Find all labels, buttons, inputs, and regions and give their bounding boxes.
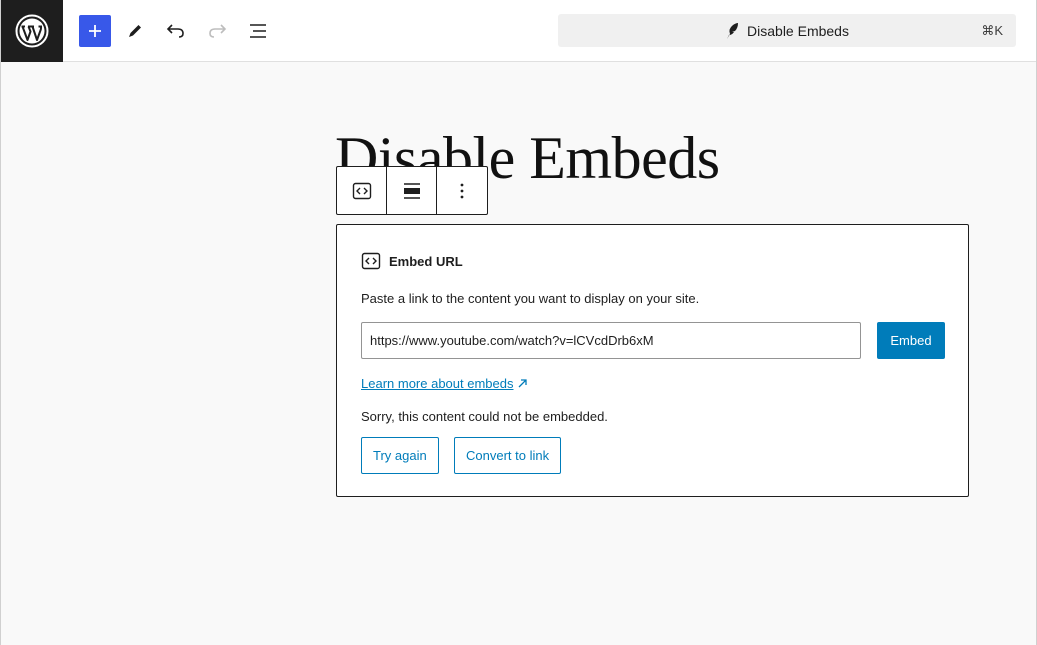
- error-message: Sorry, this content could not be embedde…: [361, 409, 608, 424]
- redo-button[interactable]: [201, 15, 233, 47]
- command-shortcut: ⌘K: [981, 23, 1003, 38]
- embed-block-icon: [352, 182, 371, 199]
- more-vertical-icon: [460, 183, 464, 198]
- command-title: Disable Embeds: [747, 22, 849, 39]
- embed-description: Paste a link to the content you want to …: [361, 291, 700, 306]
- learn-more-link[interactable]: Learn more about embeds: [361, 376, 528, 391]
- plus-icon: [89, 25, 101, 37]
- embed-icon: [361, 252, 381, 270]
- document-overview-button[interactable]: [242, 15, 274, 47]
- align-button[interactable]: [387, 167, 437, 214]
- undo-button[interactable]: [160, 15, 192, 47]
- block-options-button[interactable]: [437, 167, 487, 214]
- feather-icon: [727, 22, 739, 39]
- try-again-button[interactable]: Try again: [361, 437, 439, 474]
- undo-icon: [166, 24, 184, 38]
- embed-url-input[interactable]: [361, 322, 861, 359]
- wordpress-logo-icon[interactable]: [1, 0, 63, 62]
- embed-button[interactable]: Embed: [877, 322, 945, 359]
- tools-button[interactable]: [119, 15, 151, 47]
- add-block-button[interactable]: [79, 15, 111, 47]
- convert-to-link-button[interactable]: Convert to link: [454, 437, 562, 474]
- learn-more-label: Learn more about embeds: [361, 376, 514, 391]
- block-type-button[interactable]: [337, 167, 387, 214]
- external-link-icon: [519, 379, 528, 388]
- list-view-icon: [250, 24, 266, 38]
- embed-heading: Embed URL: [389, 253, 463, 269]
- align-wide-icon: [403, 182, 420, 199]
- embed-placeholder: Embed URL Paste a link to the content yo…: [336, 224, 969, 497]
- pencil-icon: [129, 25, 141, 37]
- block-toolbar: [336, 166, 488, 215]
- command-palette-bar[interactable]: Disable Embeds ⌘K: [558, 14, 1016, 47]
- editor-header: Disable Embeds ⌘K: [1, 0, 1036, 62]
- redo-icon: [209, 24, 227, 38]
